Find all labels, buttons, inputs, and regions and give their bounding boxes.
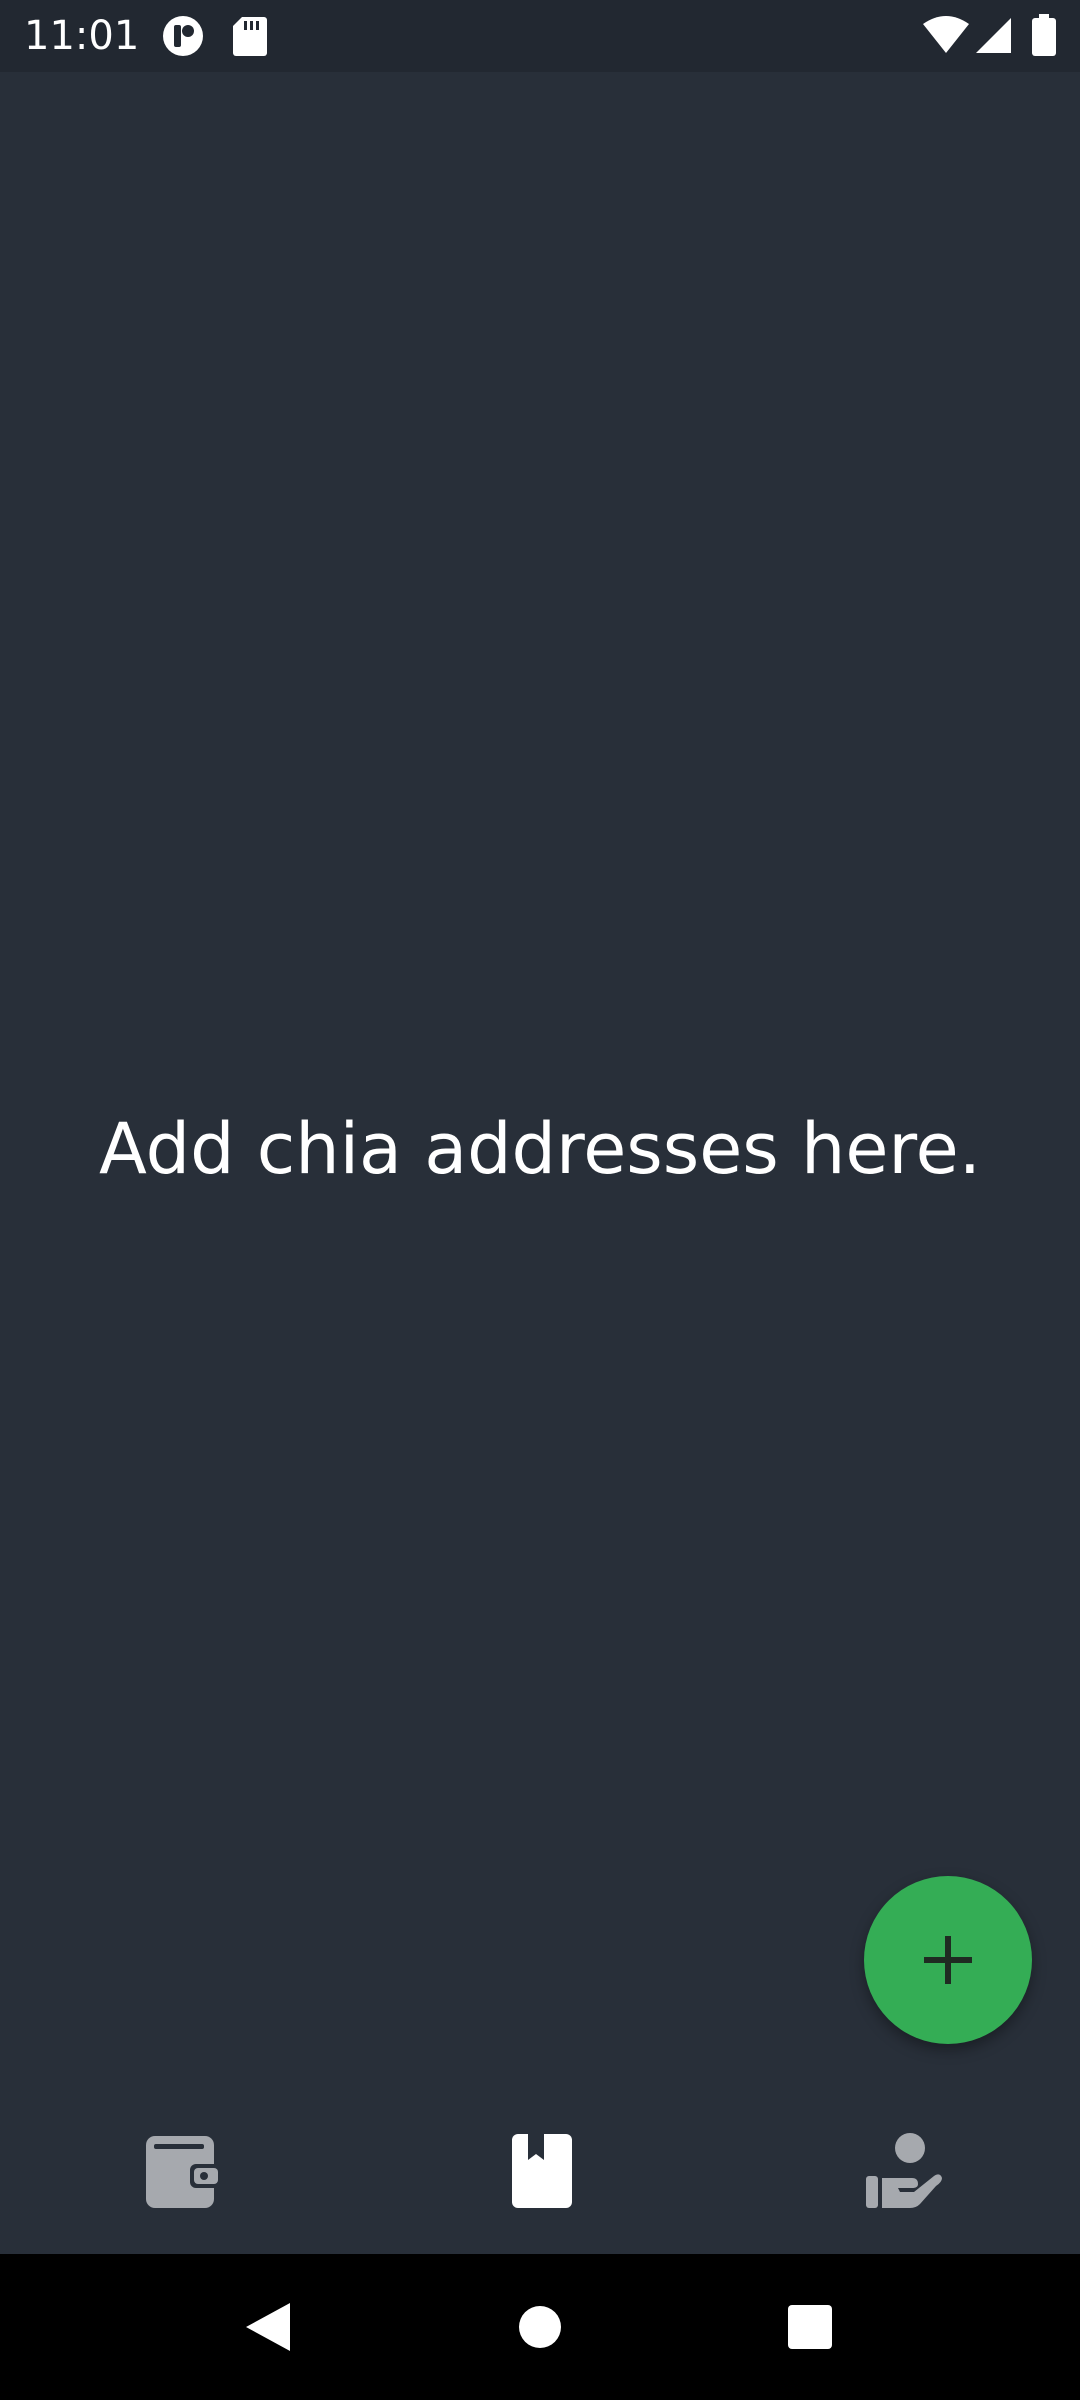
hand-person-icon <box>866 2133 942 2208</box>
cell-signal-icon <box>974 16 1012 58</box>
status-bar: 11:01 <box>0 0 1080 72</box>
nav-item-wallet[interactable] <box>0 2088 360 2254</box>
back-icon[interactable] <box>244 2301 292 2357</box>
wifi-icon <box>922 16 970 58</box>
empty-state-message: Add chia addresses here. <box>98 1108 981 1190</box>
app-notification-icon <box>162 15 204 61</box>
address-list-area: Add chia addresses here. <box>0 72 1080 2110</box>
battery-icon <box>1032 14 1056 60</box>
home-icon[interactable] <box>518 2301 562 2357</box>
plus-icon <box>924 1936 972 1984</box>
system-navigation-bar <box>0 2254 1080 2400</box>
wallet-icon <box>146 2136 220 2208</box>
status-time: 11:01 <box>24 13 140 59</box>
add-address-button[interactable] <box>864 1876 1032 2044</box>
bottom-navigation <box>0 2088 1080 2254</box>
bookmark-icon <box>512 2134 572 2208</box>
nav-item-contacts[interactable] <box>720 2088 1080 2254</box>
sd-card-icon <box>232 15 268 61</box>
nav-item-address-book[interactable] <box>360 2088 720 2254</box>
recents-icon[interactable] <box>787 2301 833 2357</box>
